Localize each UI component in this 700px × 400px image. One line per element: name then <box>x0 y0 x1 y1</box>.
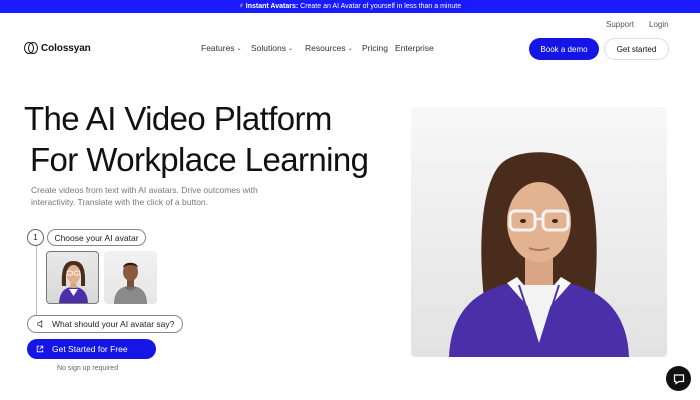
external-link-icon <box>36 345 44 353</box>
step-number: 1 <box>27 229 44 246</box>
get-started-free-button[interactable]: Get Started for Free <box>27 339 156 359</box>
nav-solutions-label: Solutions <box>251 43 286 53</box>
avatar-woman-image <box>59 261 88 303</box>
announcement-bar[interactable]: ⚡ Instant Avatars: Create an AI Avatar of… <box>0 0 700 13</box>
login-link[interactable]: Login <box>649 20 669 29</box>
hero-avatar-video[interactable] <box>411 107 667 357</box>
support-link[interactable]: Support <box>606 20 634 29</box>
choose-avatar-pill: Choose your AI avatar <box>47 229 146 246</box>
nav-features-label: Features <box>201 43 235 53</box>
logo-text: Colossyan <box>41 42 91 54</box>
nav-pricing[interactable]: Pricing <box>362 43 388 53</box>
get-started-free-label: Get Started for Free <box>52 344 128 354</box>
hero-subtitle: Create videos from text with AI avatars.… <box>31 185 258 207</box>
announcement-bold: Instant Avatars: <box>245 3 299 10</box>
announcement-text: Create an AI Avatar of yourself in less … <box>298 3 462 10</box>
nav-resources-label: Resources <box>305 43 346 53</box>
chevron-down-icon: ⌄ <box>347 45 353 52</box>
avatar-say-pill: What should your AI avatar say? <box>27 315 183 333</box>
avatar-man-image <box>114 262 147 304</box>
logo-mark-icon <box>24 42 38 54</box>
chevron-down-icon: ⌄ <box>287 45 293 52</box>
nav-solutions[interactable]: Solutions ⌄ <box>251 43 293 53</box>
avatar-option-man[interactable] <box>104 251 157 304</box>
chat-launcher-button[interactable] <box>666 366 691 391</box>
hero-title-line2: For Workplace Learning <box>30 141 369 178</box>
nav-enterprise[interactable]: Enterprise <box>395 43 434 53</box>
nav-pricing-label: Pricing <box>362 43 388 53</box>
hero-title-line1: The AI Video Platform <box>24 100 332 137</box>
avatar-say-label: What should your AI avatar say? <box>52 319 175 329</box>
no-signup-note: No sign up required <box>57 365 119 372</box>
logo[interactable]: Colossyan <box>24 42 91 54</box>
avatar-option-woman[interactable] <box>46 251 99 304</box>
nav-resources[interactable]: Resources ⌄ <box>305 43 353 53</box>
avatar-presenter-image <box>449 152 629 357</box>
chevron-down-icon: ⌄ <box>236 45 242 52</box>
book-demo-button[interactable]: Book a demo <box>529 38 599 60</box>
speaker-icon <box>37 320 43 328</box>
nav-features[interactable]: Features ⌄ <box>201 43 242 53</box>
get-started-button[interactable]: Get started <box>604 38 669 60</box>
chat-icon <box>673 373 684 385</box>
lightning-icon: ⚡ <box>238 3 244 10</box>
nav-enterprise-label: Enterprise <box>395 43 434 53</box>
